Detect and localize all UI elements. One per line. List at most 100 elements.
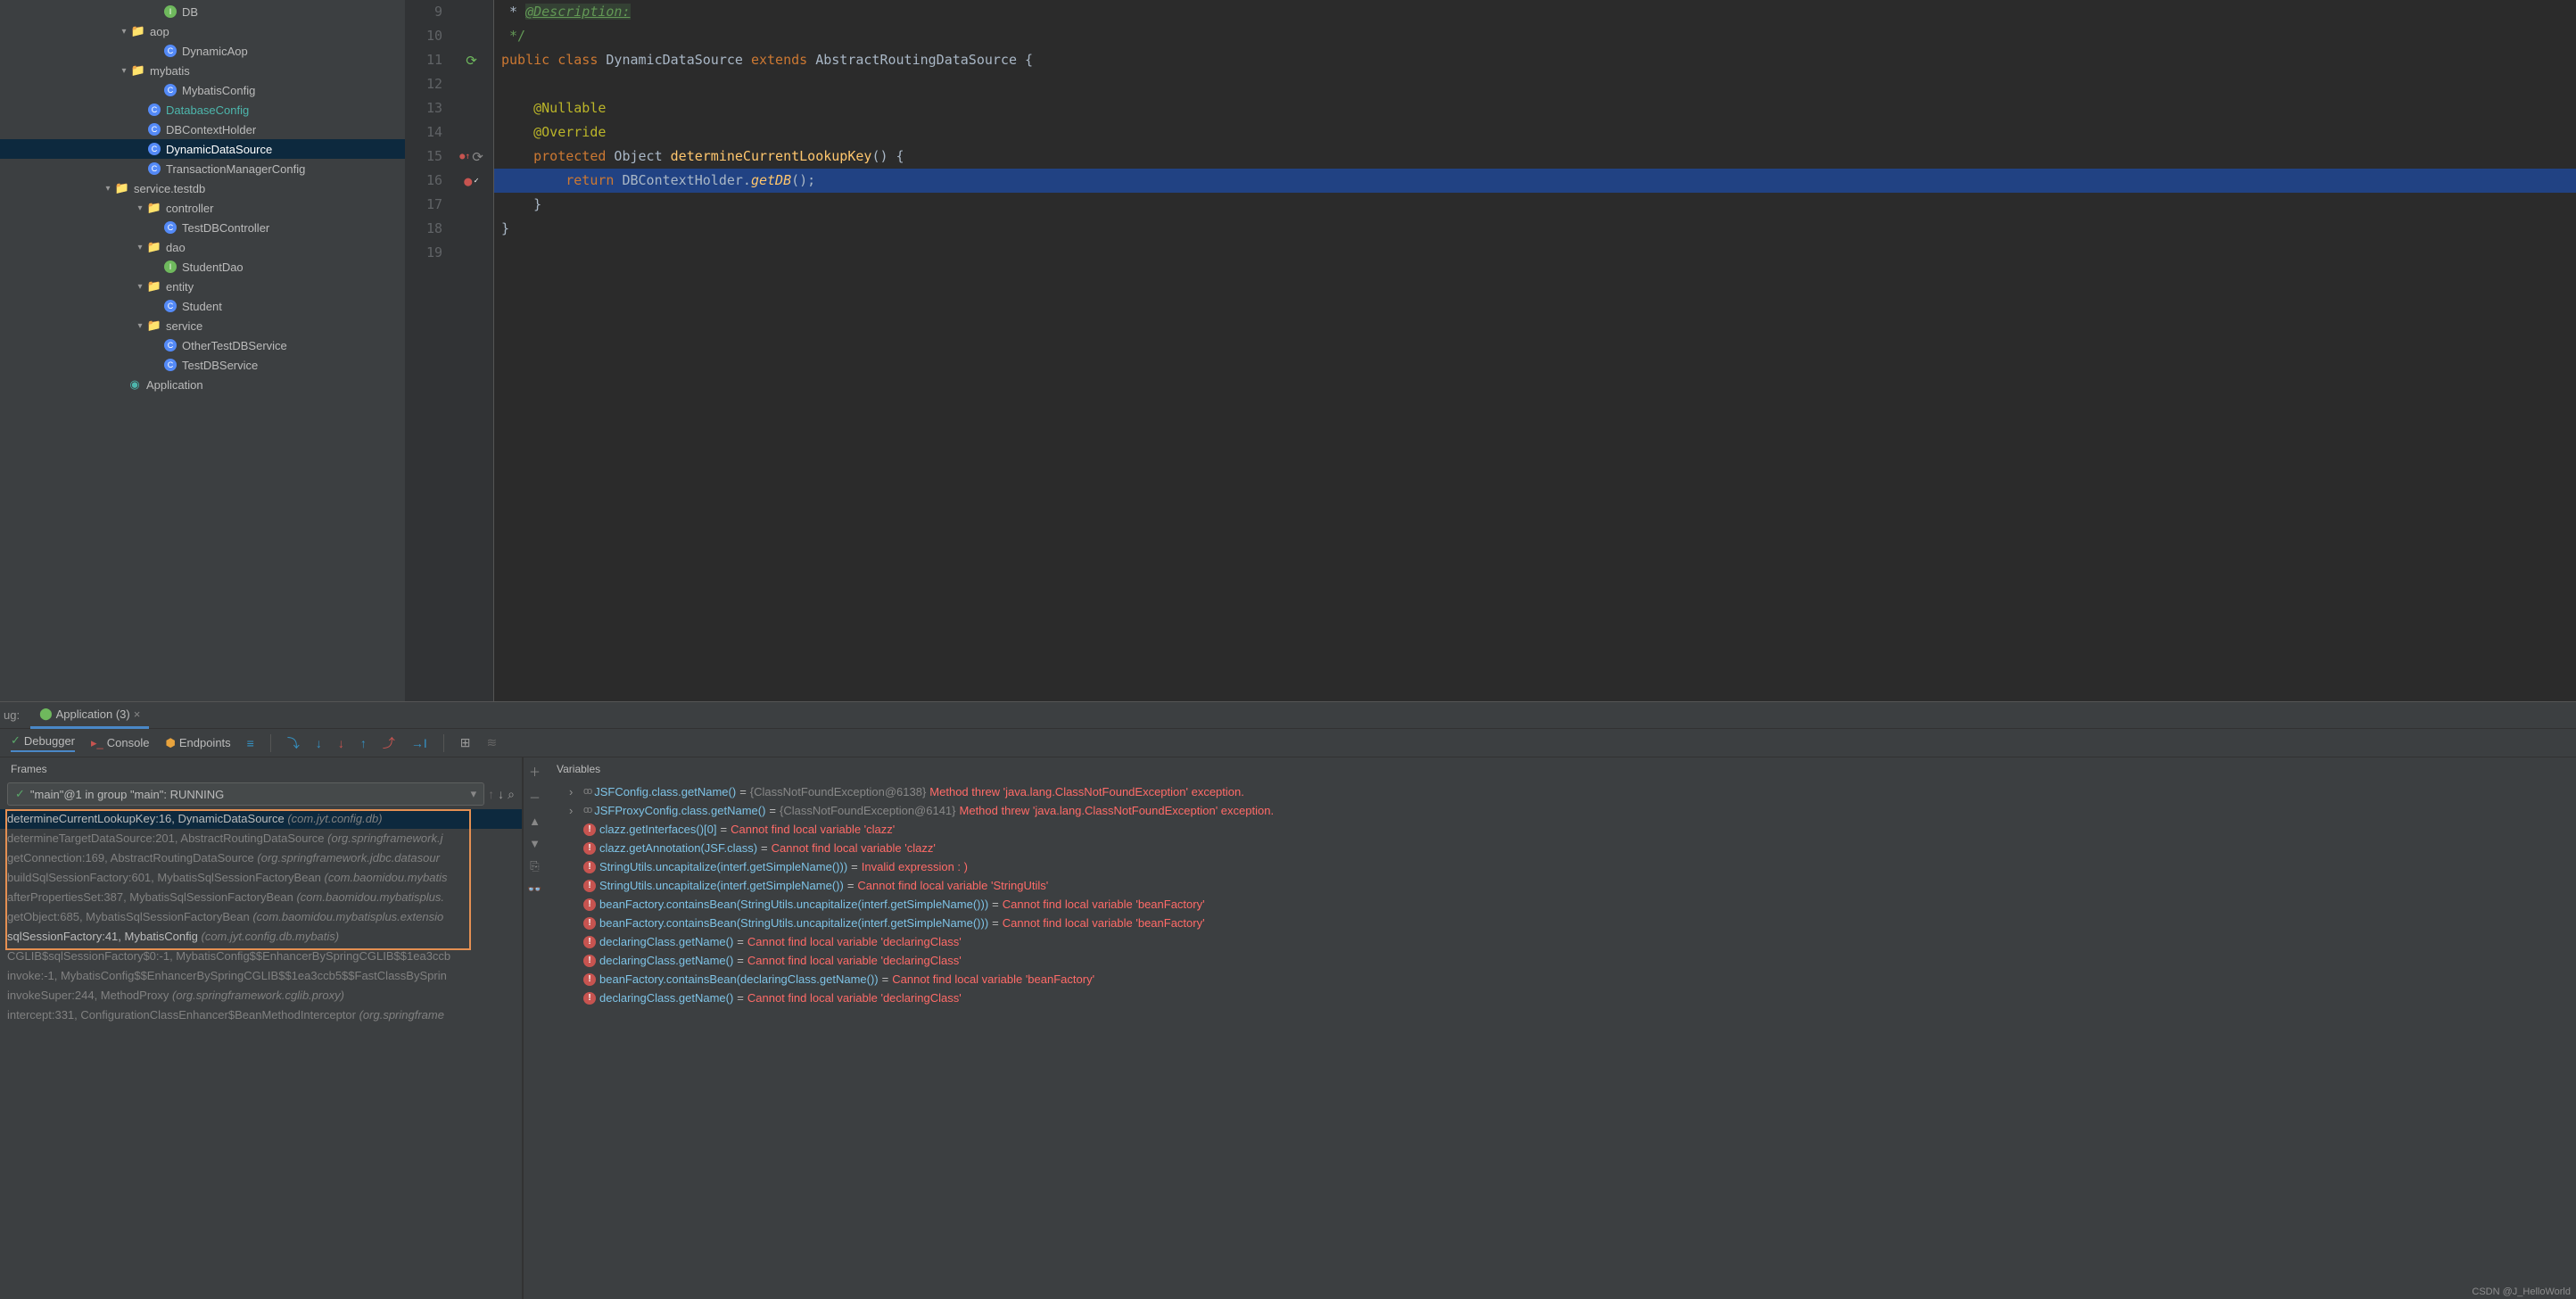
tree-item[interactable]: CTransactionManagerConfig	[0, 159, 405, 178]
variable-row[interactable]: ! beanFactory.containsBean(declaringClas…	[546, 970, 2576, 989]
tree-label: DynamicAop	[182, 45, 248, 58]
tree-item[interactable]: ▾📁entity	[0, 277, 405, 296]
variable-row[interactable]: ! declaringClass.getName() = Cannot find…	[546, 989, 2576, 1007]
stack-frame[interactable]: getObject:685, MybatisSqlSessionFactoryB…	[0, 907, 522, 927]
stack-frame[interactable]: determineTargetDataSource:201, AbstractR…	[0, 829, 522, 848]
code-line[interactable]: return DBContextHolder.getDB();	[494, 169, 2576, 193]
stack-frame[interactable]: invokeSuper:244, MethodProxy (org.spring…	[0, 986, 522, 1005]
variable-row[interactable]: ›oo JSFConfig.class.getName() = {ClassNo…	[546, 782, 2576, 801]
override-icon[interactable]: ●↑	[459, 152, 470, 161]
chevron-icon[interactable]: ▾	[118, 27, 130, 37]
console-tab[interactable]: ▸_Console	[91, 736, 149, 750]
debugger-tab[interactable]: ✓Debugger	[11, 733, 75, 752]
code-line[interactable]: }	[494, 193, 2576, 217]
tree-item[interactable]: CDatabaseConfig	[0, 100, 405, 120]
threads-icon[interactable]: ≡	[247, 736, 254, 750]
breakpoint-icon[interactable]: ●	[464, 173, 472, 189]
evaluate-icon[interactable]: ⊞	[460, 735, 471, 750]
trace-icon[interactable]: ≋	[486, 735, 497, 750]
stack-frame[interactable]: intercept:331, ConfigurationClassEnhance…	[0, 1005, 522, 1025]
force-step-into-icon[interactable]: ↓	[338, 736, 344, 750]
chevron-icon[interactable]: ▾	[102, 184, 114, 194]
tree-item[interactable]: CDynamicDataSource	[0, 139, 405, 159]
variable-row[interactable]: ! StringUtils.uncapitalize(interf.getSim…	[546, 857, 2576, 876]
add-icon[interactable]: ＋	[529, 763, 541, 780]
stack-frame[interactable]: getConnection:169, AbstractRoutingDataSo…	[0, 848, 522, 868]
code-line[interactable]: * @Description:	[494, 0, 2576, 24]
chevron-icon[interactable]: ▾	[134, 282, 146, 292]
tree-item[interactable]: IStudentDao	[0, 257, 405, 277]
code-line[interactable]: */	[494, 24, 2576, 48]
tree-item[interactable]: CStudent	[0, 296, 405, 316]
step-over-icon[interactable]: ⤵	[287, 734, 300, 752]
remove-icon[interactable]: －	[529, 789, 541, 806]
editor[interactable]: 910111213141516171819 ⟳●↑⟳●✓ * @Descript…	[405, 0, 2576, 701]
glasses-icon[interactable]: 👓	[527, 882, 541, 897]
stack-frame[interactable]: invoke:-1, MybatisConfig$$EnhancerBySpri…	[0, 966, 522, 986]
tree-item[interactable]: CDynamicAop	[0, 41, 405, 61]
debug-tab-bar: ug: ⬤ Application (3) ×	[0, 702, 2576, 729]
code-area[interactable]: * @Description: */public class DynamicDa…	[494, 0, 2576, 701]
code-line[interactable]: }	[494, 217, 2576, 241]
tree-item[interactable]: CMybatisConfig	[0, 80, 405, 100]
error-icon: !	[583, 842, 596, 855]
frames-list[interactable]: determineCurrentLookupKey:16, DynamicDat…	[0, 809, 522, 1299]
stack-frame[interactable]: CGLIB$sqlSessionFactory$0:-1, MybatisCon…	[0, 947, 522, 966]
tree-item[interactable]: CDBContextHolder	[0, 120, 405, 139]
stack-frame[interactable]: sqlSessionFactory:41, MybatisConfig (com…	[0, 927, 522, 947]
next-frame-icon[interactable]: ↓	[498, 787, 504, 801]
watermark: CSDN @J_HelloWorld	[2472, 1287, 2571, 1297]
tree-item[interactable]: ▾📁service	[0, 316, 405, 335]
gutter-icons[interactable]: ⟳●↑⟳●✓	[450, 0, 494, 701]
step-into-icon[interactable]: ↓	[316, 736, 322, 750]
tree-item[interactable]: ▾📁controller	[0, 198, 405, 218]
code-line[interactable]	[494, 241, 2576, 265]
prev-frame-icon[interactable]: ↑	[488, 787, 494, 801]
tree-item[interactable]: CTestDBController	[0, 218, 405, 237]
tree-item[interactable]: ▾📁dao	[0, 237, 405, 257]
code-line[interactable]: protected Object determineCurrentLookupK…	[494, 145, 2576, 169]
copy-icon[interactable]: ⎘	[530, 859, 539, 873]
thread-selector[interactable]: ✓ "main"@1 in group "main": RUNNING ▾	[7, 782, 484, 806]
filter-icon[interactable]: ⌕	[508, 787, 515, 802]
variable-row[interactable]: ! clazz.getInterfaces()[0] = Cannot find…	[546, 820, 2576, 839]
run-to-cursor-icon[interactable]: →I	[411, 736, 427, 750]
variables-list[interactable]: ›oo JSFConfig.class.getName() = {ClassNo…	[546, 781, 2576, 1299]
impl-icon[interactable]: ⟳	[466, 53, 477, 69]
debug-run-tab[interactable]: ⬤ Application (3) ×	[30, 702, 149, 729]
chevron-icon[interactable]: ▾	[118, 66, 130, 76]
tree-item[interactable]: ◉Application	[0, 375, 405, 394]
check-icon: ✓	[15, 787, 25, 801]
variable-row[interactable]: ! StringUtils.uncapitalize(interf.getSim…	[546, 876, 2576, 895]
chevron-icon[interactable]: ▾	[134, 203, 146, 213]
chevron-icon[interactable]: ▾	[134, 243, 146, 252]
tree-item[interactable]: ▾📁service.testdb	[0, 178, 405, 198]
project-tree[interactable]: IDB▾📁aopCDynamicAop▾📁mybatisCMybatisConf…	[0, 0, 405, 701]
tree-item[interactable]: IDB	[0, 2, 405, 21]
close-icon[interactable]: ×	[134, 707, 141, 721]
code-line[interactable]: public class DynamicDataSource extends A…	[494, 48, 2576, 72]
down-icon[interactable]: ▼	[529, 837, 541, 850]
tree-item[interactable]: ▾📁aop	[0, 21, 405, 41]
tree-item[interactable]: ▾📁mybatis	[0, 61, 405, 80]
step-out-icon[interactable]: ↑	[360, 736, 367, 750]
code-line[interactable]: @Nullable	[494, 96, 2576, 120]
stack-frame[interactable]: afterPropertiesSet:387, MybatisSqlSessio…	[0, 888, 522, 907]
drop-frame-icon[interactable]: ⤴	[383, 734, 395, 752]
tree-item[interactable]: COtherTestDBService	[0, 335, 405, 355]
stack-frame[interactable]: determineCurrentLookupKey:16, DynamicDat…	[0, 809, 522, 829]
up-icon[interactable]: ▲	[529, 815, 541, 828]
code-line[interactable]: @Override	[494, 120, 2576, 145]
variable-row[interactable]: ! beanFactory.containsBean(StringUtils.u…	[546, 895, 2576, 914]
variable-row[interactable]: ! clazz.getAnnotation(JSF.class) = Canno…	[546, 839, 2576, 857]
code-line[interactable]	[494, 72, 2576, 96]
variable-row[interactable]: ! declaringClass.getName() = Cannot find…	[546, 951, 2576, 970]
variable-row[interactable]: ! beanFactory.containsBean(StringUtils.u…	[546, 914, 2576, 932]
tree-item[interactable]: CTestDBService	[0, 355, 405, 375]
variable-row[interactable]: ›oo JSFProxyConfig.class.getName() = {Cl…	[546, 801, 2576, 820]
variable-row[interactable]: ! declaringClass.getName() = Cannot find…	[546, 932, 2576, 951]
endpoints-tab[interactable]: ⬢Endpoints	[165, 736, 230, 750]
chevron-icon[interactable]: ▾	[134, 321, 146, 331]
tree-label: DatabaseConfig	[166, 103, 249, 117]
stack-frame[interactable]: buildSqlSessionFactory:601, MybatisSqlSe…	[0, 868, 522, 888]
